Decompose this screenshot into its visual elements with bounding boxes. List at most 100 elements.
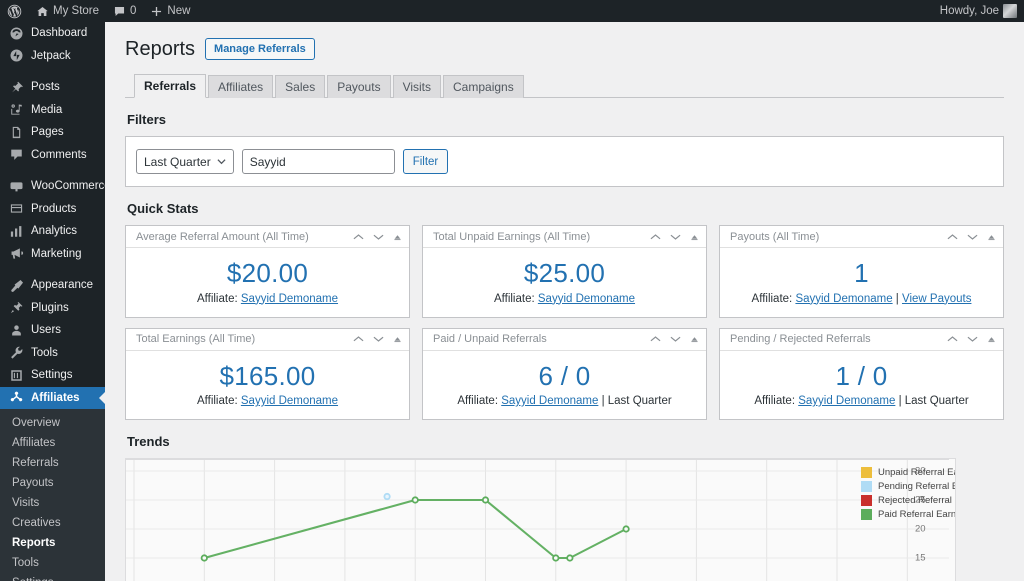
stat-card-subtext: Affiliate: Sayyid Demoname — [431, 293, 698, 305]
chevron-down-icon[interactable] — [670, 335, 681, 343]
sidebar-item-woocommerce[interactable]: WooCommerce — [0, 175, 105, 198]
sidebar-item-marketing[interactable]: Marketing — [0, 243, 105, 266]
tab-affiliates[interactable]: Affiliates — [208, 75, 273, 98]
sidebar-item-products[interactable]: Products — [0, 198, 105, 221]
new-content-menu[interactable]: New — [143, 0, 197, 22]
chevron-down-icon[interactable] — [373, 233, 384, 241]
sidebar-item-label: Plugins — [31, 302, 69, 314]
stat-card-value: 1 / 0 — [728, 360, 995, 393]
collapse-toggle-icon[interactable] — [987, 233, 996, 241]
tab-sales[interactable]: Sales — [275, 75, 325, 98]
tab-campaigns[interactable]: Campaigns — [443, 75, 524, 98]
sidebar-item-comments[interactable]: Comments — [0, 144, 105, 167]
sidebar-item-media[interactable]: Media — [0, 99, 105, 122]
my-account-menu[interactable]: Howdy, Joe — [933, 0, 1024, 22]
affiliate-link[interactable]: Sayyid Demoname — [798, 395, 895, 407]
filter-button[interactable]: Filter — [403, 149, 449, 174]
sidebar-item-tools[interactable]: Tools — [0, 342, 105, 365]
site-name-menu[interactable]: My Store — [29, 0, 106, 22]
quick-stats-grid: Average Referral Amount (All Time)$20.00… — [125, 225, 1004, 420]
sidebar-item-appearance[interactable]: Appearance — [0, 274, 105, 297]
filters-heading: Filters — [127, 112, 1004, 127]
comment-bubble-icon — [113, 5, 126, 18]
sidebar-item-affiliates[interactable]: Affiliates — [0, 387, 105, 410]
legend-swatch-icon — [861, 509, 872, 520]
submenu-item-payouts[interactable]: Payouts — [0, 473, 105, 493]
submenu-item-creatives[interactable]: Creatives — [0, 513, 105, 533]
page-header: Reports Manage Referrals — [125, 30, 1004, 70]
sidebar-item-label: WooCommerce — [31, 180, 105, 192]
chevron-up-icon[interactable] — [353, 233, 364, 241]
stat-card: Paid / Unpaid Referrals 6 / 0 Affiliate: S… — [422, 328, 707, 421]
collapse-toggle-icon[interactable] — [690, 233, 699, 241]
legend-swatch-icon — [861, 467, 872, 478]
sidebar-item-label: Comments — [31, 149, 87, 161]
submenu-item-tools[interactable]: Tools — [0, 553, 105, 573]
submenu-item-affiliates[interactable]: Affiliates — [0, 433, 105, 453]
chevron-up-icon[interactable] — [353, 335, 364, 343]
stat-card-subtext: Affiliate: Sayyid Demoname | View Payout… — [728, 293, 995, 305]
submenu-item-settings[interactable]: Settings — [0, 573, 105, 581]
affiliate-link[interactable]: Sayyid Demoname — [241, 293, 338, 305]
sidebar-item-label: Settings — [31, 369, 73, 381]
chevron-down-icon[interactable] — [373, 335, 384, 343]
dashboard-icon — [8, 25, 24, 41]
collapse-toggle-icon[interactable] — [393, 335, 402, 343]
sidebar-item-settings[interactable]: Settings — [0, 364, 105, 387]
chevron-up-icon[interactable] — [947, 233, 958, 241]
stat-card-title: Average Referral Amount (All Time) — [136, 231, 353, 243]
sidebar-item-jetpack[interactable]: Jetpack — [0, 45, 105, 68]
tab-referrals[interactable]: Referrals — [134, 74, 206, 98]
affiliate-search-input[interactable] — [242, 149, 395, 174]
date-range-select[interactable]: Last Quarter — [136, 149, 234, 174]
legend-swatch-icon — [861, 495, 872, 506]
home-icon — [36, 5, 49, 18]
wordpress-icon — [7, 4, 22, 19]
sidebar-item-plugins[interactable]: Plugins — [0, 297, 105, 320]
sidebar-item-pages[interactable]: Pages — [0, 121, 105, 144]
stat-card-subtext: Affiliate: Sayyid Demoname — [134, 293, 401, 305]
chevron-down-icon[interactable] — [670, 233, 681, 241]
affiliate-link[interactable]: Sayyid Demoname — [538, 293, 635, 305]
sidebar-item-label: Pages — [31, 126, 64, 138]
stat-extra-text: Last Quarter — [905, 395, 969, 407]
trends-heading: Trends — [127, 434, 1004, 449]
wordpress-logo-menu[interactable] — [0, 0, 29, 22]
legend-swatch-icon — [861, 481, 872, 492]
stat-card-subtext: Affiliate: Sayyid Demoname | Last Quarte… — [431, 395, 698, 407]
stat-extra-link[interactable]: View Payouts — [902, 293, 971, 305]
submenu-item-overview[interactable]: Overview — [0, 413, 105, 433]
affiliate-link[interactable]: Sayyid Demoname — [795, 293, 892, 305]
submenu-item-referrals[interactable]: Referrals — [0, 453, 105, 473]
stat-sub-prefix: Affiliate: — [494, 293, 535, 305]
collapse-toggle-icon[interactable] — [690, 335, 699, 343]
chevron-up-icon[interactable] — [650, 233, 661, 241]
stat-card-actions — [353, 233, 402, 241]
affiliate-link[interactable]: Sayyid Demoname — [501, 395, 598, 407]
marketing-megaphone-icon — [8, 246, 24, 262]
sidebar-separator — [0, 166, 105, 175]
stat-card-body: 1Affiliate: Sayyid Demoname | View Payou… — [720, 248, 1003, 317]
sidebar-item-posts[interactable]: Posts — [0, 76, 105, 99]
manage-referrals-button[interactable]: Manage Referrals — [205, 38, 315, 60]
tab-visits[interactable]: Visits — [393, 75, 441, 98]
sidebar-item-users[interactable]: Users — [0, 319, 105, 342]
page-title: Reports — [125, 36, 195, 62]
submenu-item-visits[interactable]: Visits — [0, 493, 105, 513]
sidebar-item-analytics[interactable]: Analytics — [0, 220, 105, 243]
affiliate-link[interactable]: Sayyid Demoname — [241, 395, 338, 407]
chevron-up-icon[interactable] — [650, 335, 661, 343]
stat-card-title: Paid / Unpaid Referrals — [433, 333, 650, 345]
tab-payouts[interactable]: Payouts — [327, 75, 390, 98]
chevron-down-icon[interactable] — [967, 233, 978, 241]
collapse-toggle-icon[interactable] — [393, 233, 402, 241]
submenu-item-reports[interactable]: Reports — [0, 533, 105, 553]
sidebar-item-dashboard[interactable]: Dashboard — [0, 22, 105, 45]
stat-card-value: 6 / 0 — [431, 360, 698, 393]
chevron-down-icon[interactable] — [967, 335, 978, 343]
chevron-up-icon[interactable] — [947, 335, 958, 343]
posts-pin-icon — [8, 79, 24, 95]
comments-bubble[interactable]: 0 — [106, 0, 143, 22]
stat-sub-separator: | — [895, 395, 904, 407]
collapse-toggle-icon[interactable] — [987, 335, 996, 343]
